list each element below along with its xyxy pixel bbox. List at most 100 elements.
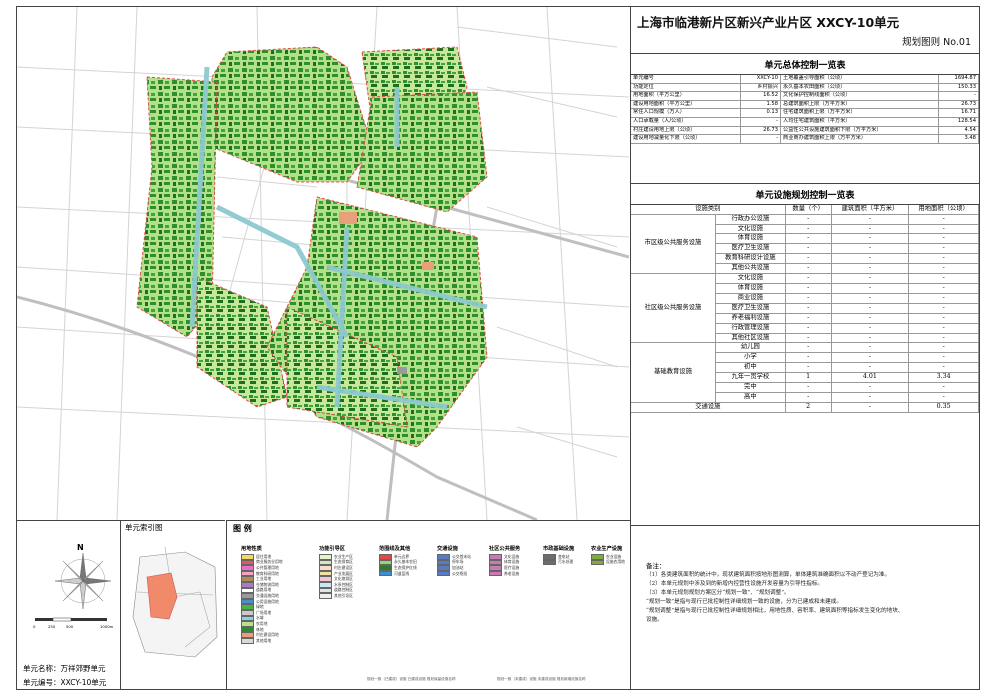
facility-cell: -: [908, 333, 979, 344]
legend-item: 河道蓝线: [379, 571, 417, 577]
facility-cell: 完中: [715, 382, 786, 393]
land-use-map[interactable]: [17, 7, 629, 520]
legend-item: 设施农用地: [591, 559, 625, 566]
facility-cell: 0.35: [908, 402, 979, 413]
facility-cell: -: [785, 382, 832, 393]
legend-group-title: 交通设施: [437, 546, 458, 552]
control-table-section: 单元总体控制一览表 单元编号 XXCY-10 土地覆盖引导面积（公顷） 1694.87…: [631, 54, 980, 144]
control-cell: 26.73: [938, 100, 980, 110]
control-row: 建设用地减量化下限（公顷） - 商业商办建筑面积上限（万平方米） 3.48: [631, 134, 980, 144]
legend-group: 市政基础设施 变电站 污水处理: [543, 545, 574, 566]
facility-cell: -: [785, 293, 832, 304]
unit-name: 单元名称：万祥郊野单元: [23, 664, 106, 673]
facility-cell: -: [831, 243, 910, 255]
facility-cell: 文化设施: [715, 224, 786, 235]
facility-cell: -: [831, 253, 910, 265]
control-row: 用地面积（平方公里） 16.52 文化保护控制线面积（公顷） -: [631, 91, 980, 101]
facility-table: 设施类别 数量（个） 建筑面积（平方米） 用地面积（公顷） 市区级公共服务设施 行政办公设…: [631, 204, 979, 413]
facility-cell: 2: [785, 402, 832, 413]
facility-cell: -: [831, 392, 910, 403]
legend-group-title: 用地性质: [241, 546, 262, 552]
legend-item: 其他引导区: [319, 593, 353, 599]
legend-swatch: [437, 570, 450, 577]
compass-block: N 0 250 500 1000m 单元名称：万祥郊野单元 单元编号：XXCY-…: [17, 520, 120, 690]
control-cell: 村庄建设用地上限（公顷）: [631, 126, 742, 136]
control-cell: 26.73: [740, 126, 782, 136]
facility-cell: 医疗卫生设施: [715, 243, 786, 255]
facility-cell: -: [908, 323, 979, 334]
control-cell: -: [740, 134, 782, 144]
facility-cell: 幼儿园: [715, 342, 786, 354]
facility-row: 社区级公共服务设施 文化设施 - - -: [631, 273, 979, 344]
control-cell: 永久基本农田面积（公顷）: [780, 83, 939, 93]
facility-cell: -: [785, 224, 832, 235]
legend-label: 设施农用地: [606, 559, 625, 565]
facility-cell: -: [785, 392, 832, 403]
notes-section: 备注： （1）各类建筑面积的统计中，现状建筑面积按地形图测算，单体建筑准确面积以…: [631, 525, 980, 691]
scale-label: 0: [33, 624, 36, 629]
scale-label: 500: [66, 624, 74, 629]
control-cell: 单元编号: [631, 75, 742, 84]
facility-cell: 教育科研设计设施: [715, 253, 786, 265]
control-cell: 常住人口规模（万人）: [631, 108, 742, 118]
control-row: 人口承载量（人/公顷） - 人均住宅建筑面积（平方米） 128.54: [631, 117, 980, 127]
control-row: 常住人口规模（万人） 0.13 住宅建筑面积上限（万平方米） 16.71: [631, 108, 980, 118]
control-cell: 商业商办建筑面积上限（万平方米）: [780, 134, 939, 144]
facility-cell: -: [831, 352, 910, 364]
legend-swatch: [241, 637, 254, 644]
legend-item: 其他用地: [241, 638, 283, 644]
legend-block: 图 例 用地性质 居住用地 商业服务业用地 公共管理用地 教育科研用地 工业用地 仓储物流用…: [226, 520, 630, 689]
legend-label: 养老设施: [504, 570, 520, 576]
facility-cell: -: [831, 263, 910, 275]
facility-cell: -: [785, 273, 832, 284]
legend-group-title: 农业生产设施: [591, 546, 623, 552]
note-line: （3）本单元规划规划方案区分“规划一致”、“规划调整”。: [646, 590, 790, 596]
facility-cell: 初中: [715, 362, 786, 374]
index-map-title: 单元索引图: [125, 523, 163, 532]
facility-cell: 3.34: [908, 372, 979, 384]
legend-group: 范围线及其他 单元边界 永久基本农田 生态保护红线 河道蓝线: [379, 545, 417, 577]
facility-cell: -: [785, 233, 832, 245]
title-block: 上海市临港新片区新兴产业片区 XXCY-10单元 规划图则 No.01: [631, 7, 979, 54]
facility-cell: -: [908, 283, 979, 294]
note-line: “规划调整”是指与现行已批控制性详细规划相比，用地性质、容积率、建筑面积等指标发…: [646, 608, 904, 614]
control-row: 村庄建设用地上限（公顷） 26.73 公益性公共设施建筑面积下限（万平方米） 4.54: [631, 126, 980, 136]
facility-cell: 其他公共设施: [715, 263, 786, 275]
compass-rose-icon: [54, 552, 112, 610]
village-plot: [339, 212, 357, 224]
land-use-zones: [136, 46, 488, 448]
facility-cell: -: [908, 263, 979, 275]
facility-cell: 商业设施: [715, 293, 786, 304]
control-cell: 土地覆盖引导面积（公顷）: [780, 75, 939, 84]
facility-cell: 其他社区设施: [715, 333, 786, 344]
facility-cell: -: [908, 273, 979, 284]
legend-group-title: 社区公共服务: [489, 546, 521, 552]
facility-cell: 小学: [715, 352, 786, 364]
map-canvas: [17, 7, 629, 520]
facility-category: 社区级公共服务设施: [631, 273, 716, 344]
facility-cell: -: [831, 313, 910, 324]
control-row: 功能定位 乡村振兴 永久基本农田面积（公顷） 150.33: [631, 83, 980, 93]
control-row: 建设用地面积（平方公里） 1.58 总建筑面积上限（万平方米） 26.73: [631, 100, 980, 110]
facility-table-section: 单元设施规划控制一览表 设施类别 数量（个） 建筑面积（平方米） 用地面积（公顷） 市区…: [631, 182, 979, 413]
facility-cell: -: [831, 224, 910, 235]
legend-group-title: 功能引导区: [319, 546, 345, 552]
facility-row: 交通设施 2-0.35: [631, 402, 979, 413]
facility-cell: -: [831, 333, 910, 344]
legend-swatch: [543, 559, 556, 566]
index-map-block: 单元索引图: [120, 520, 225, 689]
facility-row: 市区级公共服务设施 行政办公设施 - - -: [631, 214, 979, 275]
facility-cell: -: [785, 283, 832, 294]
legend-group: 交通设施 公交首末站 停车场 加油站 公交枢纽: [437, 545, 471, 577]
note-line: （1）各类建筑面积的统计中，现状建筑面积按地形图测算，单体建筑准确面积以不动产登…: [646, 572, 891, 578]
facility-cell: -: [908, 303, 979, 314]
facility-row: 基础教育设施 幼儿园 - - -: [631, 342, 979, 403]
control-cell: 建设用地面积（平方公里）: [631, 100, 742, 110]
facility-cell: -: [785, 243, 832, 255]
legend-item: 养老设施: [489, 571, 520, 577]
facility-cell: -: [831, 382, 910, 393]
control-table: 单元编号 XXCY-10 土地覆盖引导面积（公顷） 1694.87 功能定位 乡村振兴 永久…: [631, 75, 980, 144]
facility-cell: -: [908, 352, 979, 364]
control-cell: -: [740, 117, 782, 127]
control-cell: 文化保护控制线面积（公顷）: [780, 91, 939, 101]
